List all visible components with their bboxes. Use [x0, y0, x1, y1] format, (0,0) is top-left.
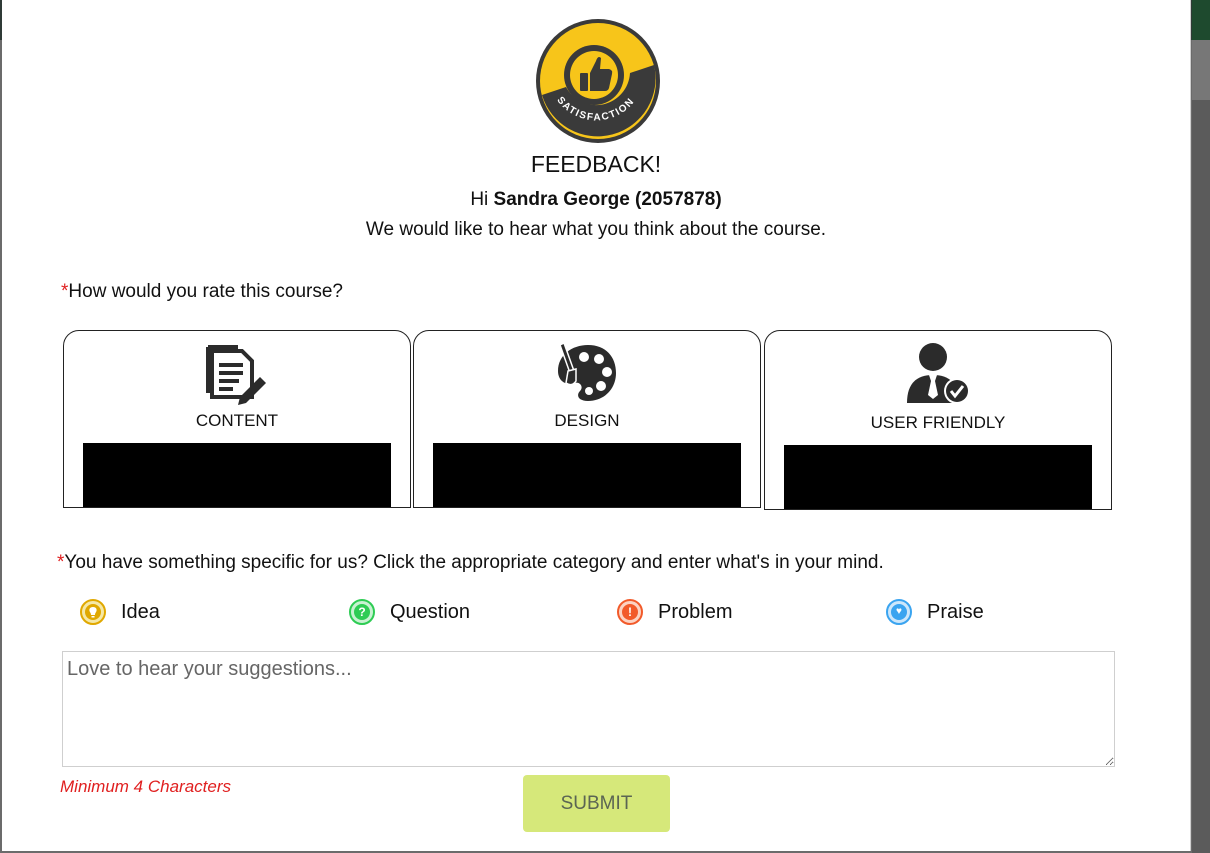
document-pen-icon	[206, 345, 266, 405]
user-check-icon	[907, 343, 970, 404]
background-overlay-strip	[1192, 0, 1210, 853]
greeting-prefix: Hi	[470, 189, 489, 210]
lightbulb-icon	[80, 599, 106, 625]
rating-question-text: How would you rate this course?	[68, 281, 343, 302]
rating-card-label: DESIGN	[554, 411, 620, 430]
palette-icon	[558, 341, 616, 401]
rating-card-widget[interactable]	[83, 443, 391, 507]
exclamation-icon: !	[617, 599, 643, 625]
heart-icon: ♥	[886, 599, 912, 625]
feedback-question-text: You have something specific for us? Clic…	[64, 552, 884, 573]
suggestion-textarea[interactable]	[62, 651, 1115, 767]
satisfaction-logo: SATISFACTION	[536, 19, 660, 143]
min-characters-hint: Minimum 4 Characters	[60, 777, 231, 796]
category-praise[interactable]: ♥ Praise	[886, 597, 984, 627]
category-label: Idea	[121, 600, 160, 623]
page-title: FEEDBACK!	[530, 151, 662, 177]
subtitle: We would like to hear what you think abo…	[365, 219, 827, 240]
rating-card-design[interactable]: DESIGN	[413, 330, 761, 508]
category-label: Question	[390, 600, 471, 623]
feedback-question: *You have something specific for us? Cli…	[57, 552, 884, 574]
category-question[interactable]: ? Question	[349, 597, 470, 627]
question-icon: ?	[349, 599, 375, 625]
category-problem[interactable]: ! Problem	[617, 597, 732, 627]
category-idea[interactable]: Idea	[80, 597, 160, 627]
rating-card-label: USER FRIENDLY	[870, 413, 1006, 432]
background-overlay-accent	[1192, 0, 1210, 40]
submit-button[interactable]: SUBMIT	[523, 775, 670, 832]
category-label: Praise	[927, 600, 984, 623]
rating-card-label: CONTENT	[195, 411, 279, 430]
rating-card-widget[interactable]	[784, 445, 1092, 509]
category-label: Problem	[658, 600, 733, 623]
rating-card-user-friendly[interactable]: USER FRIENDLY	[764, 330, 1112, 510]
greeting: Hi Sandra George (2057878)	[2, 189, 1190, 211]
rating-question: *How would you rate this course?	[61, 281, 343, 303]
background-overlay-block	[1192, 40, 1210, 100]
rating-card-widget[interactable]	[433, 443, 741, 507]
feedback-modal: SATISFACTION FEEDBACK! Hi Sandra George …	[2, 0, 1191, 851]
rating-card-content[interactable]: CONTENT	[63, 330, 411, 508]
user-name: Sandra George (2057878)	[493, 189, 722, 210]
